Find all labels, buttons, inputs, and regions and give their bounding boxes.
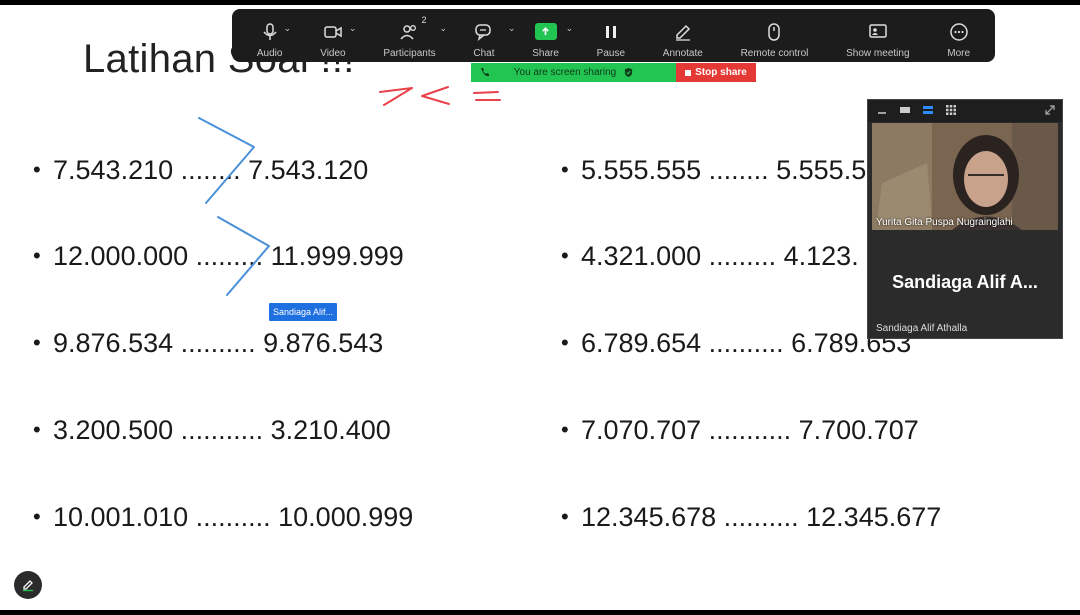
share-button[interactable]: ⌄ Share <box>513 9 577 62</box>
stop-share-label: Stop share <box>695 67 747 78</box>
audio-label: Audio <box>256 48 283 59</box>
remote-control-button[interactable]: Remote control <box>722 9 828 62</box>
show-meeting-icon <box>869 24 887 38</box>
video-caret[interactable]: ⌄ <box>349 23 357 34</box>
stacked-view-icon[interactable] <box>922 104 934 114</box>
audio-button[interactable]: ⌄ Audio <box>238 9 301 62</box>
more-icon <box>949 23 968 41</box>
participants-caret[interactable]: ⌄ <box>439 23 447 34</box>
minimize-icon[interactable] <box>876 104 888 114</box>
chat-label: Chat <box>473 48 495 59</box>
exercise-item-left-3: • 9.876.534 .......... 9.876.543 <box>33 328 384 358</box>
floating-video-panel[interactable]: Yurita Gita Puspa Nugrainglahi Sandiaga … <box>867 99 1063 339</box>
annotator-name-tag: Sandiaga Alif... <box>269 303 337 321</box>
exercise-item-left-2: • 12.000.000 ......... 11.999.999 <box>33 241 404 271</box>
exercise-item-right-5: • 12.345.678 .......... 12.345.677 <box>561 502 942 532</box>
share-caret[interactable]: ⌄ <box>566 23 574 34</box>
exercise-item-right-1: • 5.555.555 ........ 5.555.5 <box>561 155 867 185</box>
pause-icon <box>605 26 616 38</box>
exercise-item-right-4: • 7.070.707 ........... 7.700.707 <box>561 415 919 445</box>
participants-icon <box>400 25 417 40</box>
show-meeting-label: Show meeting <box>846 48 910 59</box>
video-camera-icon <box>324 26 342 38</box>
participants-label: Participants <box>383 48 436 59</box>
participant-count: 2 <box>421 15 427 25</box>
exercise-item-left-5: • 10.001.010 .......... 10.000.999 <box>33 502 414 532</box>
expand-icon[interactable] <box>1044 104 1056 115</box>
camera-participant-name: Yurita Gita Puspa Nugrainglahi <box>876 217 1013 228</box>
participant-tile-name: Sandiaga Alif A... <box>892 272 1038 292</box>
more-button[interactable]: More <box>928 9 989 62</box>
exercise-item-right-2: • 4.321.000 ......... 4.123. <box>561 241 859 271</box>
participant-tile: Sandiaga Alif A... Sandiaga Alif Athalla <box>868 232 1062 338</box>
mouse-icon <box>768 23 781 41</box>
gallery-view-icon[interactable] <box>945 104 957 115</box>
annotate-label: Annotate <box>662 48 703 59</box>
phone-icon <box>481 68 489 77</box>
chat-icon <box>475 24 491 41</box>
shield-check-icon <box>625 68 633 77</box>
pen-icon <box>23 580 33 592</box>
exercise-item-left-4: • 3.200.500 ........... 3.210.400 <box>33 415 391 445</box>
screen-sharing-banner: You are screen sharing <box>471 63 676 82</box>
remote-control-label: Remote control <box>740 48 809 59</box>
show-meeting-button[interactable]: Show meeting <box>827 9 928 62</box>
share-screen-icon <box>534 23 557 40</box>
meeting-toolbar: ⌄ Audio ⌄ Video 2 ⌄ Participants ⌄ Chat … <box>232 9 995 62</box>
pause-share-button[interactable]: Pause <box>578 9 644 62</box>
chat-button[interactable]: ⌄ Chat <box>454 9 515 62</box>
video-button[interactable]: ⌄ Video <box>301 9 364 62</box>
audio-caret[interactable]: ⌄ <box>284 23 292 34</box>
participant-camera-feed: Yurita Gita Puspa Nugrainglahi <box>872 123 1058 230</box>
annotate-button[interactable]: Annotate <box>644 9 722 62</box>
stop-share-button[interactable]: Stop share <box>676 63 756 82</box>
stop-icon <box>685 69 692 76</box>
red-symbols-annotation <box>379 86 501 106</box>
screen-sharing-status: You are screen sharing <box>513 67 617 78</box>
participants-button[interactable]: 2 ⌄ Participants <box>364 9 454 62</box>
participant-tile-label: Sandiaga Alif Athalla <box>876 323 968 334</box>
pencil-icon <box>675 24 690 41</box>
video-label: Video <box>320 48 346 59</box>
more-label: More <box>947 48 971 59</box>
pause-label: Pause <box>596 48 626 59</box>
video-panel-controls <box>868 100 1062 122</box>
camera-image <box>872 123 1058 230</box>
exercise-item-right-3: • 6.789.654 .......... 6.789.653 <box>561 328 912 358</box>
share-label: Share <box>532 48 559 59</box>
microphone-icon <box>263 23 277 40</box>
exercise-item-left-1: • 7.543.210 ........ 7.543.120 <box>33 155 369 185</box>
annotate-pen-button[interactable] <box>14 571 42 599</box>
speaker-view-icon[interactable] <box>899 104 911 113</box>
